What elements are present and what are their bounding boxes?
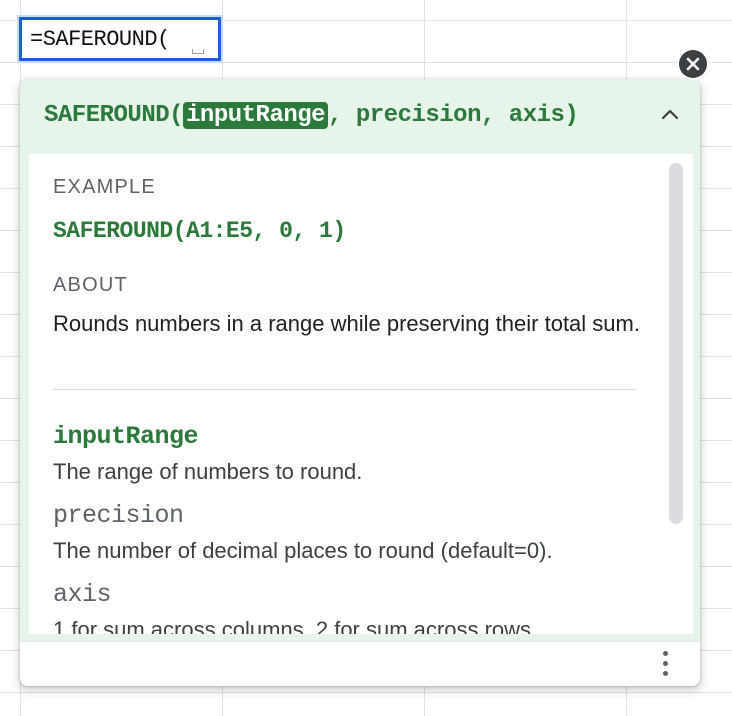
- param-desc-inputrange: The range of numbers to round.: [53, 459, 363, 484]
- signature-active-parameter: inputRange: [183, 102, 329, 129]
- example-heading: EXAMPLE: [53, 176, 156, 198]
- panel-border-left: [20, 154, 28, 639]
- param-name-inputrange: inputRange: [53, 422, 199, 451]
- param-name-axis: axis: [53, 580, 112, 609]
- function-help-popup: SAFEROUND(inputRange, precision, axis) E…: [20, 79, 700, 686]
- section-divider: [53, 389, 637, 390]
- close-x-glyph: [686, 57, 700, 71]
- signature-function-name: SAFEROUND(: [44, 102, 184, 129]
- param-desc-axis: 1 for sum across columns, 2 for sum acro…: [53, 617, 532, 634]
- help-body[interactable]: EXAMPLE SAFEROUND(A1:E5, 0, 1) ABOUT Rou…: [28, 154, 693, 634]
- function-signature: SAFEROUND(inputRange, precision, axis): [44, 102, 579, 129]
- cell-editor[interactable]: =SAFEROUND(: [19, 17, 221, 61]
- text-cursor-icon: [192, 49, 204, 54]
- footer-divider: [20, 641, 700, 642]
- formula-input[interactable]: =SAFEROUND(: [30, 28, 170, 52]
- panel-border-right: [692, 154, 700, 639]
- signature-remaining-parameters: , precision, axis): [328, 102, 579, 129]
- grid-line: [0, 692, 732, 693]
- param-desc-precision: The number of decimal places to round (d…: [53, 538, 553, 563]
- scrollbar-thumb[interactable]: [669, 163, 683, 524]
- more-vertical-icon[interactable]: [656, 647, 676, 681]
- about-text: Rounds numbers in a range while preservi…: [53, 311, 640, 336]
- panel-border-bottom: [20, 634, 700, 641]
- grid-line: [0, 62, 732, 63]
- param-name-precision: precision: [53, 501, 184, 530]
- about-heading: ABOUT: [53, 274, 128, 296]
- close-icon[interactable]: [679, 50, 707, 78]
- example-code: SAFEROUND(A1:E5, 0, 1): [53, 218, 346, 244]
- signature-header[interactable]: SAFEROUND(inputRange, precision, axis): [20, 79, 700, 154]
- chevron-up-icon[interactable]: [660, 105, 680, 125]
